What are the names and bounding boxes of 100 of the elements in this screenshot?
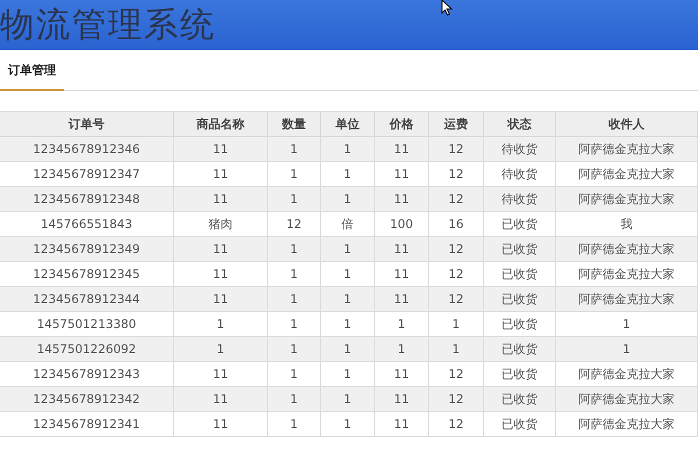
table-cell: 12: [429, 187, 484, 211]
table-cell: 1: [268, 262, 321, 286]
table-cell: 11: [375, 412, 429, 436]
table-cell: 已收货: [484, 262, 556, 286]
column-header: 状态: [484, 112, 556, 136]
column-header: 商品名称: [174, 112, 268, 136]
table-cell: 1: [321, 337, 375, 361]
table-cell: 1: [321, 187, 375, 211]
table-cell: 12345678912341: [0, 412, 174, 436]
table-cell: 1: [268, 187, 321, 211]
table-cell: 1: [321, 162, 375, 186]
column-header: 价格: [375, 112, 429, 136]
table-cell: 100: [375, 212, 429, 236]
table-cell: 16: [429, 212, 484, 236]
table-cell: 阿萨德金克拉大家: [556, 187, 698, 211]
table-cell: 阿萨德金克拉大家: [556, 237, 698, 261]
table-cell: 1: [321, 412, 375, 436]
table-cell: 阿萨德金克拉大家: [556, 137, 698, 161]
table-cell: 1: [321, 237, 375, 261]
table-cell: 1: [321, 312, 375, 336]
table-cell: 11: [174, 137, 268, 161]
table-cell: 11: [375, 187, 429, 211]
table-cell: 1: [375, 312, 429, 336]
column-header: 数量: [268, 112, 321, 136]
table-cell: 1: [429, 312, 484, 336]
table-cell: 12345678912346: [0, 137, 174, 161]
table-cell: 12: [429, 387, 484, 411]
table-cell: 1: [268, 162, 321, 186]
table-cell: 11: [375, 162, 429, 186]
table-cell: 1: [556, 337, 698, 361]
table-cell: 1: [321, 287, 375, 311]
table-cell: 11: [375, 287, 429, 311]
table-cell: 12: [429, 237, 484, 261]
table-cell: 11: [375, 262, 429, 286]
table-cell: 已收货: [484, 412, 556, 436]
table-cell: 11: [375, 137, 429, 161]
table-cell: 我: [556, 212, 698, 236]
table-cell: 11: [174, 187, 268, 211]
table-cell: 1: [268, 312, 321, 336]
table-cell: 待收货: [484, 162, 556, 186]
table-cell: 已收货: [484, 212, 556, 236]
table-cell: 阿萨德金克拉大家: [556, 387, 698, 411]
table-cell: 阿萨德金克拉大家: [556, 362, 698, 386]
table-cell: 待收货: [484, 187, 556, 211]
table-cell: 已收货: [484, 287, 556, 311]
column-header: 单位: [321, 112, 375, 136]
tab[interactable]: 订单管理: [0, 51, 64, 91]
table-cell: 12: [429, 412, 484, 436]
table-cell: 1457501213380: [0, 312, 174, 336]
table-cell: 1: [268, 137, 321, 161]
table-cell: 1: [268, 362, 321, 386]
table-cell: 12345678912343: [0, 362, 174, 386]
table-cell: 1: [321, 137, 375, 161]
table-cell: 1: [268, 237, 321, 261]
table-cell: 12345678912342: [0, 387, 174, 411]
column-header: 订单号: [0, 112, 174, 136]
table-cell: 1: [268, 412, 321, 436]
table-cell: 1: [268, 287, 321, 311]
table-cell: 已收货: [484, 387, 556, 411]
table-cell: 11: [375, 387, 429, 411]
cursor-icon: [441, 0, 453, 16]
table-cell: 1: [375, 337, 429, 361]
table-cell: 已收货: [484, 362, 556, 386]
table-cell: 12: [268, 212, 321, 236]
table-cell: 12345678912344: [0, 287, 174, 311]
table-cell: 12: [429, 162, 484, 186]
table-cell: 1: [429, 337, 484, 361]
table-cell: 12345678912345: [0, 262, 174, 286]
table-cell: 12: [429, 137, 484, 161]
table-cell: 阿萨德金克拉大家: [556, 287, 698, 311]
table-cell: 1: [321, 387, 375, 411]
table-cell: 11: [174, 237, 268, 261]
table-cell: 12: [429, 287, 484, 311]
table-cell: 已收货: [484, 312, 556, 336]
column-header: 运费: [429, 112, 484, 136]
table-cell: 猪肉: [174, 212, 268, 236]
table-cell: 阿萨德金克拉大家: [556, 262, 698, 286]
table-cell: 1: [268, 387, 321, 411]
table-cell: 11: [174, 387, 268, 411]
table-cell: 1: [268, 337, 321, 361]
table-cell: 11: [174, 362, 268, 386]
table-cell: 1: [321, 362, 375, 386]
table-cell: 12345678912348: [0, 187, 174, 211]
table-cell: 11: [375, 362, 429, 386]
column-header: 收件人: [556, 112, 698, 136]
table-cell: 11: [174, 262, 268, 286]
table-cell: 待收货: [484, 137, 556, 161]
table-cell: 1: [321, 262, 375, 286]
table-cell: 12: [429, 262, 484, 286]
app-title: 物流管理系统: [0, 8, 216, 42]
table-cell: 阿萨德金克拉大家: [556, 162, 698, 186]
table-cell: 11: [174, 162, 268, 186]
table-cell: 145766551843: [0, 212, 174, 236]
table-cell: 1: [174, 312, 268, 336]
table-cell: 11: [174, 287, 268, 311]
table-cell: 11: [375, 237, 429, 261]
table-cell: 已收货: [484, 337, 556, 361]
table-cell: 12345678912347: [0, 162, 174, 186]
table-cell: 12345678912349: [0, 237, 174, 261]
table-cell: 11: [174, 412, 268, 436]
